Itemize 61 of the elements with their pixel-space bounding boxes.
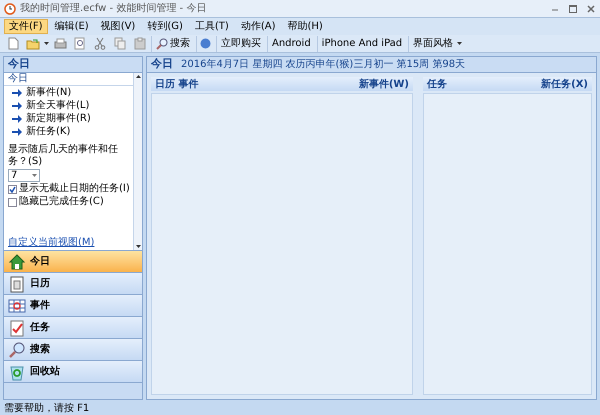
magnifier-icon bbox=[8, 340, 26, 358]
scroll-down-icon[interactable] bbox=[136, 245, 140, 248]
calendar-icon bbox=[8, 274, 26, 292]
checkbox[interactable] bbox=[8, 184, 17, 194]
clock-icon bbox=[4, 2, 16, 14]
panel-action[interactable]: 新事件(W) bbox=[358, 76, 409, 92]
action-link[interactable]: 新全天事件(L) bbox=[8, 100, 90, 112]
dropdown-arrow-icon bbox=[32, 174, 37, 178]
nav-button[interactable]: 日历 bbox=[4, 273, 142, 295]
days-value: 7 bbox=[11, 170, 18, 182]
nav-button[interactable]: 事件 bbox=[4, 295, 142, 317]
paste-icon[interactable] bbox=[134, 37, 146, 50]
action-link[interactable]: 新定期事件(R) bbox=[8, 113, 91, 125]
clipboard-check-icon bbox=[8, 318, 26, 336]
menu-item[interactable]: 转到(G) bbox=[142, 19, 188, 34]
main-title: 今日 bbox=[151, 56, 173, 72]
panel-action[interactable]: 新任务(X) bbox=[541, 76, 588, 92]
close-icon[interactable] bbox=[586, 4, 596, 14]
menu-item[interactable]: 工具(T) bbox=[190, 19, 234, 34]
days-label: 显示随后几天的事件和任务？(S) bbox=[8, 144, 119, 168]
maximize-icon[interactable] bbox=[568, 4, 578, 14]
search-icon bbox=[156, 38, 168, 50]
sidebar-header: 今日 bbox=[4, 57, 142, 73]
panel-title: 任务 bbox=[426, 78, 447, 92]
toolbar-button[interactable]: Android bbox=[267, 36, 315, 52]
checkbox[interactable] bbox=[8, 198, 17, 206]
scissors-icon[interactable] bbox=[94, 37, 106, 50]
checkbox-label: 隐藏已完成任务(C) bbox=[19, 196, 104, 208]
nav-button[interactable]: 搜索 bbox=[4, 339, 142, 361]
toolbar-button[interactable]: iPhone And iPad bbox=[316, 36, 406, 52]
nav-button[interactable]: 任务 bbox=[4, 317, 142, 339]
customize-link[interactable]: 自定义当前视图(M) bbox=[8, 237, 94, 249]
status-text: 需要帮助，请按 F1 bbox=[4, 404, 90, 414]
menu-item[interactable]: 视图(V) bbox=[96, 19, 140, 34]
nav-button[interactable]: 今日 bbox=[4, 251, 142, 273]
scrollbar[interactable] bbox=[133, 73, 142, 250]
menu-item[interactable]: 帮助(H) bbox=[282, 19, 328, 34]
menu-item[interactable]: 文件(F) bbox=[4, 19, 48, 34]
house-icon bbox=[8, 252, 26, 270]
date-text: 2016年4月7日 星期四 农历丙申年(猴)三月初一 第15周 第98天 bbox=[181, 58, 466, 72]
scroll-up-icon[interactable] bbox=[136, 75, 140, 78]
grid-icon bbox=[8, 296, 26, 314]
nav-button[interactable]: 回收站 bbox=[4, 361, 142, 383]
printer-icon[interactable] bbox=[54, 38, 66, 50]
menu-item[interactable]: 编辑(E) bbox=[50, 19, 94, 34]
copy-icon[interactable] bbox=[114, 37, 126, 50]
days-dropdown[interactable]: 7 bbox=[8, 169, 40, 182]
dropdown-arrow-icon bbox=[457, 42, 462, 46]
panel-title: 日历 事件 bbox=[155, 78, 198, 92]
action-link[interactable]: 新任务(K) bbox=[8, 126, 70, 138]
dropdown-arrow-icon[interactable] bbox=[44, 42, 49, 46]
menu-item[interactable]: 动作(A) bbox=[236, 19, 280, 34]
print-preview-icon[interactable] bbox=[74, 37, 86, 50]
toolbar-button[interactable]: 立即购买 bbox=[216, 36, 265, 52]
checkbox-label: 显示无截止日期的任务(I) bbox=[19, 183, 130, 195]
action-link[interactable]: 新事件(N) bbox=[8, 87, 72, 99]
new-document-icon[interactable] bbox=[8, 37, 18, 50]
window-title: 我的时间管理.ecfw - 效能时间管理 - 今日 bbox=[20, 2, 206, 16]
search-button[interactable]: 搜索 bbox=[151, 36, 194, 52]
section-label: 今日 bbox=[4, 73, 133, 86]
style-menu-button[interactable]: 界面风格 bbox=[408, 36, 466, 52]
